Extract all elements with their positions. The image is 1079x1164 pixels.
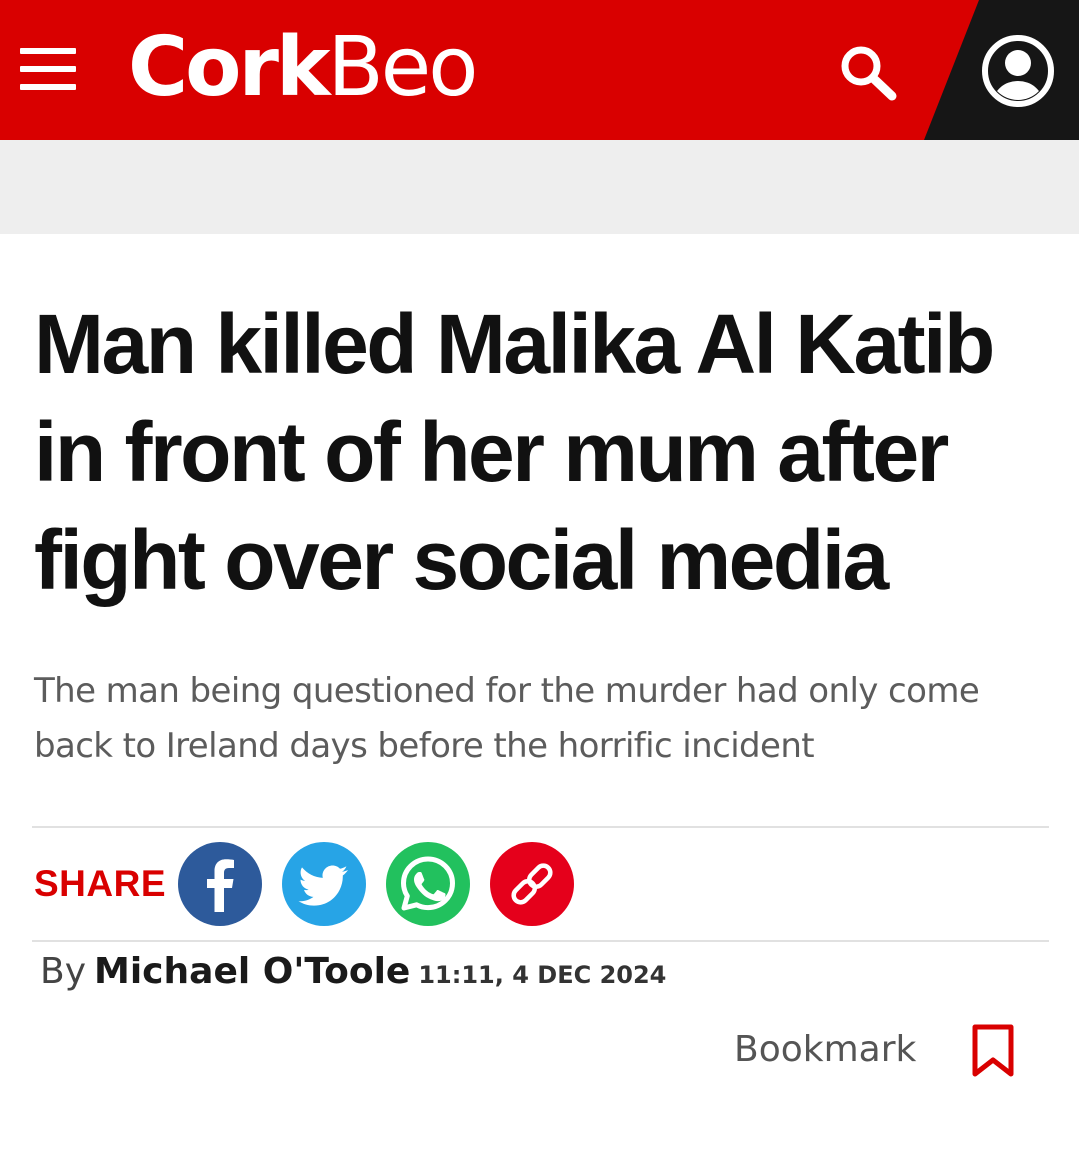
twitter-icon	[298, 865, 348, 906]
whatsapp-icon	[401, 856, 455, 911]
menu-button[interactable]	[20, 46, 76, 92]
logo-text-cork: Cork	[128, 20, 330, 115]
bookmark-icon	[972, 1024, 1014, 1077]
site-logo[interactable]: CorkBeo	[128, 18, 479, 118]
share-twitter-button[interactable]	[282, 842, 366, 926]
divider	[32, 826, 1049, 828]
advert-placeholder	[0, 140, 1079, 234]
link-icon	[511, 863, 553, 905]
share-facebook-button[interactable]	[178, 842, 262, 926]
search-icon	[841, 46, 897, 101]
publish-timestamp: 11:11, 4 DEC 2024	[418, 961, 667, 989]
site-header: CorkBeo	[0, 0, 1079, 140]
article-standfirst: The man being questioned for the murder …	[34, 671, 980, 766]
account-button[interactable]	[980, 33, 1056, 109]
share-label: SHARE	[34, 863, 167, 904]
byline: By Michael O'Toole 11:11, 4 DEC 2024	[40, 944, 666, 1000]
logo-text-beo: Beo	[327, 20, 479, 115]
byline-prefix: By	[40, 951, 87, 992]
bookmark-button[interactable]: Bookmark	[734, 1018, 1024, 1082]
share-copy-link-button[interactable]	[490, 842, 574, 926]
divider	[32, 940, 1049, 942]
user-account-icon	[982, 35, 1054, 107]
hamburger-menu-icon	[20, 48, 76, 54]
bookmark-label: Bookmark	[734, 1029, 917, 1070]
search-button[interactable]	[836, 42, 900, 102]
facebook-icon	[207, 859, 234, 912]
share-whatsapp-button[interactable]	[386, 842, 470, 926]
author-link[interactable]: Michael O'Toole	[94, 951, 410, 992]
article-headline: Man killed Malika Al Katib in front of h…	[34, 297, 995, 607]
